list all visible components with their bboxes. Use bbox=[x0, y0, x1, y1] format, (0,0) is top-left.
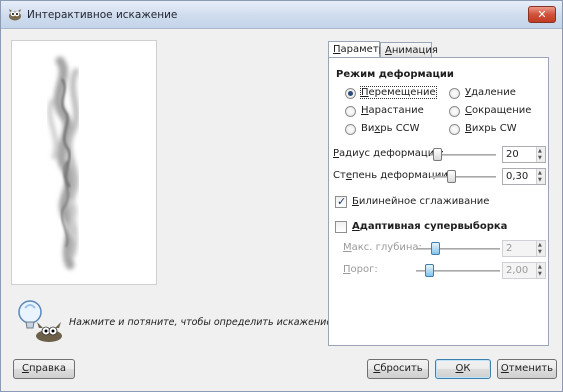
checkbox-indicator bbox=[335, 221, 347, 233]
threshold-value: 2,00 bbox=[506, 265, 529, 276]
radius-row: Радиус деформации: 20 ▲ ▼ bbox=[333, 146, 547, 163]
amount-row: Степень деформации: 0,30 ▲ ▼ bbox=[333, 168, 547, 185]
spin-down-icon: ▼ bbox=[538, 155, 542, 161]
lightbulb-wilber-icon bbox=[18, 300, 62, 342]
spin-down-icon: ▼ bbox=[538, 249, 542, 255]
radio-move[interactable]: Перемещение bbox=[345, 86, 445, 100]
adaptive-checkbox[interactable]: Адаптивная супервыборка bbox=[335, 221, 535, 235]
radio-swirl-ccw-label: Вихрь CCW bbox=[361, 123, 420, 134]
max-depth-slider-track[interactable] bbox=[416, 248, 500, 250]
radius-spin-buttons[interactable]: ▲ ▼ bbox=[536, 147, 545, 162]
max-depth-spin-buttons[interactable]: ▲ ▼ bbox=[536, 241, 545, 256]
radius-slider-thumb[interactable] bbox=[433, 148, 443, 161]
close-button[interactable]: ✕ bbox=[528, 6, 556, 23]
radius-spinbox[interactable]: 20 ▲ ▼ bbox=[502, 146, 546, 163]
threshold-spin-buttons[interactable]: ▲ ▼ bbox=[536, 263, 545, 278]
max-depth-spinbox[interactable]: 2 ▲ ▼ bbox=[502, 240, 546, 257]
radio-indicator bbox=[449, 106, 460, 117]
radio-remove-label: Удаление bbox=[465, 87, 516, 98]
hint-row: Нажмите и потяните, чтобы определить иск… bbox=[15, 298, 335, 346]
spin-up-icon: ▲ bbox=[538, 264, 542, 270]
ok-button[interactable]: ОК bbox=[435, 359, 491, 379]
amount-slider-thumb[interactable] bbox=[447, 170, 457, 183]
radio-shrink[interactable]: Сокращение bbox=[449, 105, 544, 118]
amount-value: 0,30 bbox=[506, 171, 529, 182]
adaptive-label: Адаптивная супервыборка bbox=[352, 221, 508, 232]
max-depth-row: Макс. глубина: 2 ▲ ▼ bbox=[343, 240, 547, 257]
spin-down-icon: ▼ bbox=[538, 177, 542, 183]
cancel-button[interactable]: Отменить bbox=[497, 359, 557, 379]
radio-indicator bbox=[449, 88, 460, 99]
title-bar[interactable]: Интерактивное искажение ✕ bbox=[1, 1, 562, 29]
amount-spinbox[interactable]: 0,30 ▲ ▼ bbox=[502, 168, 546, 185]
spin-up-icon: ▲ bbox=[538, 170, 542, 176]
bilinear-label: Билинейное сглаживание bbox=[352, 196, 490, 207]
radio-indicator bbox=[345, 88, 356, 99]
gimp-icon bbox=[9, 9, 21, 21]
radio-shrink-label: Сокращение bbox=[465, 105, 532, 116]
deform-mode-title: Режим деформации bbox=[336, 69, 454, 80]
dialog-window: Интерактивное искажение ✕ Нажмите и потя… bbox=[0, 0, 563, 392]
help-button[interactable]: Справка bbox=[13, 359, 75, 379]
close-icon: ✕ bbox=[537, 8, 547, 21]
radio-indicator bbox=[345, 106, 356, 117]
tab-parameters[interactable]: Параметры bbox=[328, 41, 393, 58]
tab-parameters-mnemonic: П bbox=[333, 44, 341, 55]
threshold-label: Порог: bbox=[343, 264, 378, 275]
radio-grow[interactable]: Нарастание bbox=[345, 105, 445, 118]
threshold-slider-thumb[interactable] bbox=[425, 264, 434, 277]
radio-swirl-cw[interactable]: Вихрь CW bbox=[449, 123, 539, 136]
tab-animation-label: нимация bbox=[391, 45, 438, 56]
tab-animation-mnemonic: А bbox=[385, 45, 392, 56]
parameters-panel: Режим деформации Перемещение Удаление На… bbox=[328, 57, 549, 346]
checkbox-indicator bbox=[335, 195, 347, 208]
spin-up-icon: ▲ bbox=[538, 148, 542, 154]
tab-animation[interactable]: Анимация bbox=[380, 42, 438, 57]
distortion-preview[interactable] bbox=[11, 40, 157, 285]
radio-grow-label: Нарастание bbox=[361, 105, 424, 116]
radius-label: Радиус деформации: bbox=[333, 148, 445, 159]
threshold-spinbox[interactable]: 2,00 ▲ ▼ bbox=[502, 262, 546, 279]
radio-swirl-ccw[interactable]: Вихрь CCW bbox=[345, 123, 445, 136]
amount-spin-buttons[interactable]: ▲ ▼ bbox=[536, 169, 545, 184]
dialog-content: Нажмите и потяните, чтобы определить иск… bbox=[7, 35, 556, 347]
radio-indicator bbox=[345, 124, 356, 135]
radio-remove[interactable]: Удаление bbox=[449, 87, 539, 100]
radio-indicator bbox=[449, 124, 460, 135]
bilinear-checkbox[interactable]: Билинейное сглаживание bbox=[335, 195, 535, 210]
max-depth-label: Макс. глубина: bbox=[343, 242, 422, 253]
radio-swirl-cw-label: Вихрь CW bbox=[465, 123, 517, 134]
amount-slider-track[interactable] bbox=[430, 176, 496, 178]
spin-up-icon: ▲ bbox=[538, 242, 542, 248]
spin-down-icon: ▼ bbox=[538, 271, 542, 277]
smoke-image bbox=[47, 56, 80, 270]
window-title: Интерактивное искажение bbox=[27, 9, 178, 21]
radius-value: 20 bbox=[506, 149, 519, 160]
hint-text: Нажмите и потяните, чтобы определить иск… bbox=[69, 317, 336, 328]
radio-move-label: Перемещение bbox=[360, 86, 437, 99]
reset-button[interactable]: Сбросить bbox=[367, 359, 429, 379]
threshold-row: Порог: 2,00 ▲ ▼ bbox=[343, 262, 547, 279]
max-depth-slider-thumb[interactable] bbox=[431, 242, 440, 255]
max-depth-value: 2 bbox=[506, 243, 513, 254]
